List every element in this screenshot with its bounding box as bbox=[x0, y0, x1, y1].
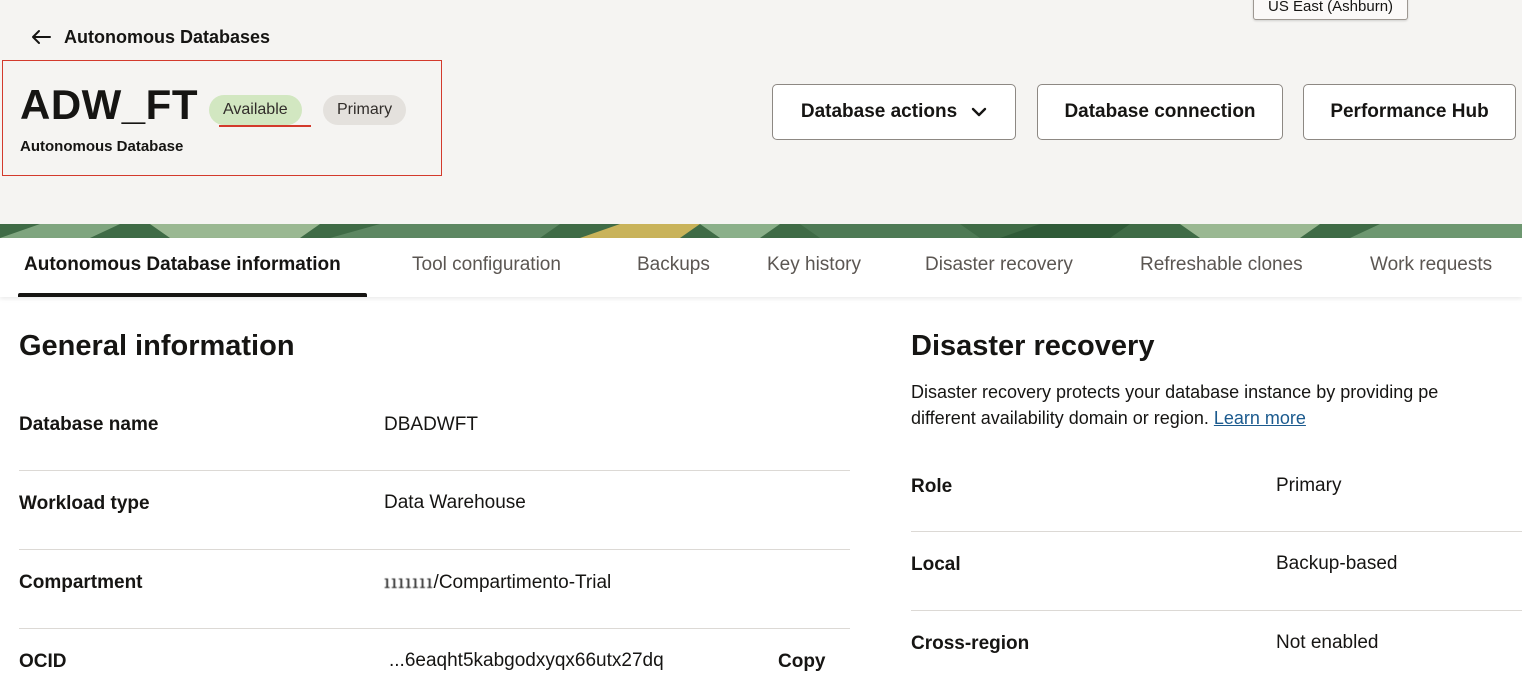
status-badge: Available bbox=[209, 95, 302, 125]
general-information-heading: General information bbox=[19, 330, 295, 362]
tab-key-history[interactable]: Key history bbox=[767, 254, 861, 276]
chevron-down-icon bbox=[971, 107, 987, 117]
compartment-value: ııııııı/Compartimento-Trial bbox=[384, 571, 611, 594]
disaster-recovery-description: Disaster recovery protects your database… bbox=[911, 379, 1522, 431]
ocid-value: ...6eaqht5kabgodxyqx66utx27dq bbox=[389, 650, 664, 671]
database-title-highlight: ADW_FT Available Primary Autonomous Data… bbox=[2, 60, 442, 176]
tab-tool-configuration[interactable]: Tool configuration bbox=[412, 254, 561, 276]
detail-tabs: Autonomous Database information Tool con… bbox=[0, 238, 1522, 297]
tab-work-requests[interactable]: Work requests bbox=[1370, 254, 1492, 276]
compartment-path: /Compartimento-Trial bbox=[433, 572, 612, 593]
copy-ocid-button[interactable]: Copy bbox=[778, 651, 826, 673]
tab-refreshable-clones[interactable]: Refreshable clones bbox=[1140, 254, 1303, 276]
workload-type-label: Workload type bbox=[19, 493, 150, 514]
role-value: Primary bbox=[1276, 475, 1342, 496]
region-indicator[interactable]: US East (Ashburn) bbox=[1253, 0, 1409, 20]
status-badge-underline bbox=[219, 125, 311, 127]
database-name-value: DBADWFT bbox=[384, 414, 478, 435]
description-line-2: different availability domain or region.… bbox=[911, 405, 1522, 431]
compartment-label: Compartment bbox=[19, 572, 143, 593]
performance-hub-button[interactable]: Performance Hub bbox=[1303, 84, 1516, 140]
database-connection-button[interactable]: Database connection bbox=[1037, 84, 1283, 140]
masked-tenancy-name: ııııııı bbox=[384, 571, 434, 593]
divider bbox=[19, 549, 850, 550]
arrow-left-icon bbox=[32, 30, 51, 44]
divider bbox=[911, 610, 1522, 611]
ocid-label: OCID bbox=[19, 651, 67, 672]
learn-more-link[interactable]: Learn more bbox=[1214, 408, 1306, 428]
cross-region-label: Cross-region bbox=[911, 633, 1030, 654]
workload-type-value: Data Warehouse bbox=[384, 492, 526, 513]
database-name-label: Database name bbox=[19, 414, 159, 435]
description-line-1: Disaster recovery protects your database… bbox=[911, 382, 1439, 402]
page-title: ADW_FT bbox=[20, 81, 198, 128]
tab-backups[interactable]: Backups bbox=[637, 254, 710, 276]
divider bbox=[19, 628, 850, 629]
divider bbox=[911, 531, 1522, 532]
back-link-label: Autonomous Databases bbox=[64, 26, 271, 47]
role-badge: Primary bbox=[323, 95, 407, 125]
tab-autonomous-database-information[interactable]: Autonomous Database information bbox=[24, 254, 341, 276]
local-value: Backup-based bbox=[1276, 553, 1398, 574]
description-line-2-text: different availability domain or region. bbox=[911, 408, 1209, 428]
database-actions-button[interactable]: Database actions bbox=[772, 84, 1016, 140]
cross-region-value: Not enabled bbox=[1276, 632, 1379, 653]
page-subtitle: Autonomous Database bbox=[20, 138, 184, 155]
active-tab-indicator bbox=[18, 293, 367, 297]
role-label: Role bbox=[911, 476, 953, 497]
tab-disaster-recovery[interactable]: Disaster recovery bbox=[925, 254, 1073, 276]
local-label: Local bbox=[911, 554, 961, 575]
divider bbox=[19, 470, 850, 471]
database-actions-label: Database actions bbox=[800, 101, 958, 122]
decorative-banner bbox=[0, 224, 1522, 238]
disaster-recovery-heading: Disaster recovery bbox=[911, 330, 1155, 362]
back-to-autonomous-databases-link[interactable]: Autonomous Databases bbox=[30, 26, 270, 48]
